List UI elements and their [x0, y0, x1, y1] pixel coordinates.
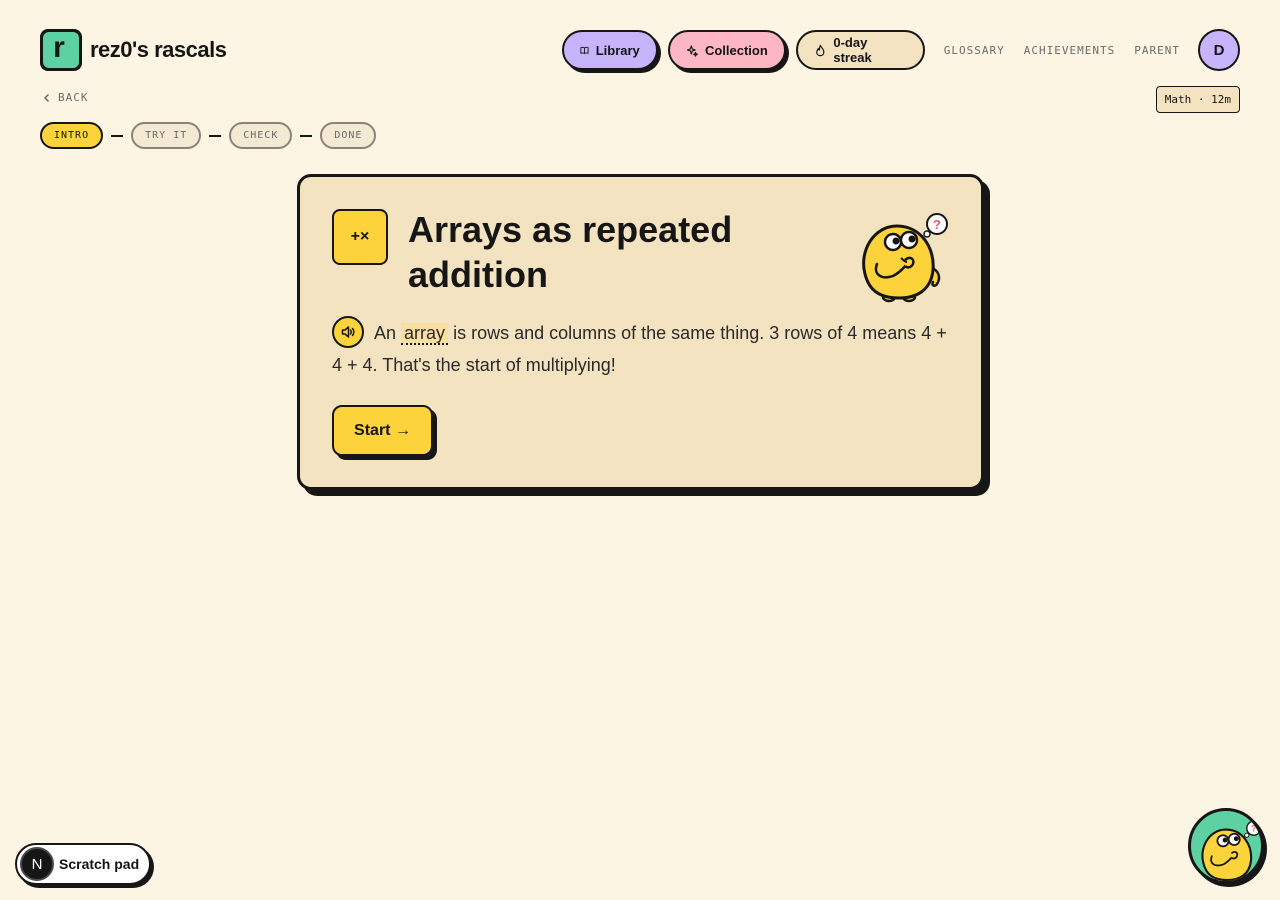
book-icon — [580, 46, 589, 54]
step-intro: INTRO — [40, 122, 104, 149]
step-done: DONE — [320, 122, 377, 149]
chevron-left-icon — [43, 93, 50, 102]
read-aloud-button[interactable] — [332, 316, 364, 349]
scratch-pad-badge: N — [20, 847, 54, 881]
glossary-link[interactable]: GLOSSARY — [944, 44, 1005, 57]
logo: r — [40, 29, 82, 71]
lesson-card: +× Arrays as repeated addition ? An arra… — [297, 174, 984, 490]
brand[interactable]: r rez0's rascals — [40, 29, 227, 71]
streak-label: 0-day streak — [833, 35, 872, 65]
vocab-word[interactable]: array — [401, 323, 449, 345]
collection-button[interactable]: Collection — [667, 30, 786, 70]
svg-text:?: ? — [933, 217, 941, 232]
avatar[interactable]: D — [1198, 29, 1240, 71]
top-nav: Library Collection 0-day streak GLOSSARY… — [561, 29, 1240, 71]
library-label: Library — [595, 42, 640, 58]
step-try-it: TRY IT — [131, 122, 202, 149]
library-button[interactable]: Library — [561, 30, 658, 70]
lesson-body: An array is rows and columns of the same… — [332, 316, 957, 381]
speaker-icon — [341, 326, 355, 338]
lesson-title: Arrays as repeated addition — [408, 209, 733, 295]
body-text-start: An — [374, 323, 397, 343]
achievements-link[interactable]: ACHIEVEMENTS — [1024, 44, 1115, 57]
svg-text:?: ? — [1251, 824, 1257, 834]
parent-link[interactable]: PARENT — [1134, 44, 1180, 57]
step-divider — [300, 134, 313, 137]
streak-button[interactable]: 0-day streak — [795, 30, 925, 70]
mascot-icon: ? — [862, 213, 948, 303]
logo-letter: r — [53, 31, 65, 64]
mascot-icon: ? — [1201, 820, 1261, 881]
helper-mascot-button[interactable]: ? — [1188, 808, 1264, 884]
collection-label: Collection — [704, 42, 768, 58]
app-header: r rez0's rascals Library Collection 0-da… — [40, 29, 1240, 71]
scratch-pad-button[interactable]: N Scratch pad — [15, 843, 151, 885]
scratch-pad-label: Scratch pad — [59, 856, 140, 872]
math-operations-icon: +× — [332, 209, 388, 265]
back-link[interactable]: BACK — [42, 91, 89, 104]
lesson-progress-steps: INTRO TRY IT CHECK DONE — [40, 122, 377, 149]
subject-duration-badge: Math · 12m — [1155, 86, 1240, 113]
brand-name: rez0's rascals — [90, 37, 227, 62]
step-check: CHECK — [229, 122, 293, 149]
back-label: BACK — [58, 91, 89, 104]
step-divider — [111, 134, 124, 137]
flame-icon — [815, 44, 825, 56]
sparkles-icon — [686, 44, 698, 57]
step-divider — [209, 134, 222, 137]
start-button[interactable]: Start → — [332, 405, 433, 456]
